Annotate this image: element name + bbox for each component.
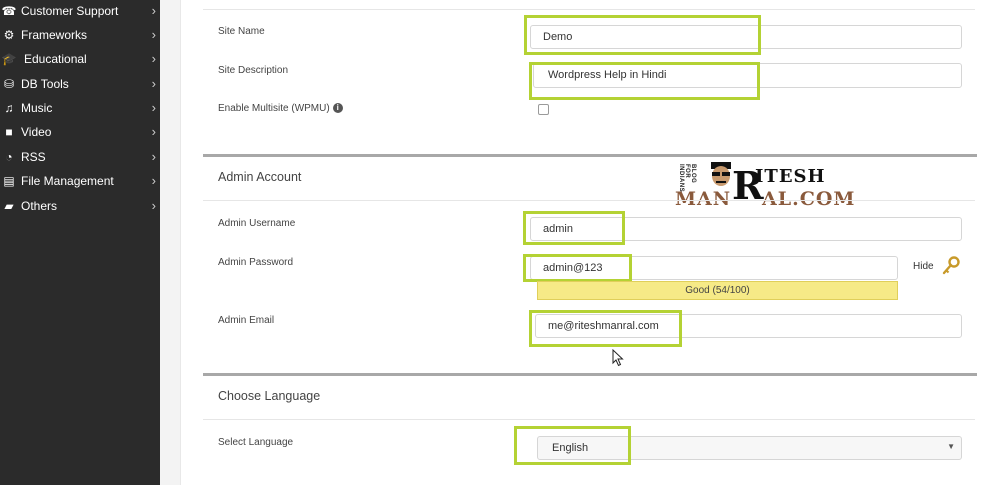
info-icon[interactable]: i [332, 103, 343, 114]
sidebar-item-label: Music [21, 101, 53, 115]
rss-icon: ◔ [5, 150, 13, 164]
graduation-cap-icon: 🎓 [1, 52, 17, 66]
language-selected-value: English [552, 442, 589, 454]
admin-username-input[interactable]: admin [530, 217, 962, 241]
sidebar-item-label: Educational [24, 52, 87, 66]
chevron-right-icon: › [151, 198, 156, 213]
multisite-checkbox[interactable] [538, 104, 549, 115]
logo-tagline: BLOG FOR INDIANS [678, 164, 696, 193]
admin-account-title: Admin Account [218, 170, 302, 184]
headset-icon: ☎ [1, 4, 17, 18]
sidebar: ☎ Customer Support › ⚙ Frameworks › 🎓 Ed… [0, 0, 160, 485]
chevron-right-icon: › [151, 3, 156, 18]
divider [203, 200, 975, 201]
password-strength-meter: Good (54/100) [537, 281, 898, 300]
riteshmanral-logo: BLOG FOR INDIANS R ITESH MAN AL.COM [668, 160, 868, 212]
sidebar-gutter [160, 0, 181, 485]
sidebar-item-file-management[interactable]: ▤ File Management › [0, 169, 160, 193]
chevron-down-icon: ▼ [947, 442, 955, 451]
sidebar-item-label: Video [21, 125, 52, 139]
logo-bottom-left: MAN [675, 188, 732, 210]
folder-open-icon: ▰ [4, 199, 14, 213]
sidebar-item-video[interactable]: ■ Video › [0, 120, 160, 144]
sidebar-item-educational[interactable]: 🎓 Educational › [0, 47, 160, 71]
site-name-input[interactable]: Demo [530, 25, 962, 49]
music-icon: ♫ [4, 101, 14, 115]
select-language-label: Select Language [218, 437, 294, 448]
database-icon: ⛁ [3, 77, 15, 91]
chevron-right-icon: › [151, 149, 156, 164]
site-name-label: Site Name [218, 26, 265, 37]
section-separator [203, 373, 977, 376]
section-separator [203, 154, 977, 157]
chevron-right-icon: › [151, 173, 156, 188]
logo-bottom-right: AL.COM [762, 188, 856, 210]
logo-top-text: ITESH [755, 166, 826, 187]
sidebar-item-label: Frameworks [21, 28, 88, 42]
file-icon: ▤ [3, 174, 15, 188]
hide-password-link[interactable]: Hide [913, 261, 934, 272]
face-icon [711, 162, 731, 186]
chevron-right-icon: › [151, 27, 156, 42]
sidebar-item-label: Others [21, 199, 58, 213]
key-icon[interactable] [941, 256, 961, 276]
sidebar-item-label: File Management [21, 174, 114, 188]
admin-password-input[interactable]: admin@123 [530, 256, 898, 280]
site-description-value: Wordpress Help in Hindi [548, 69, 667, 81]
sidebar-item-frameworks[interactable]: ⚙ Frameworks › [0, 23, 160, 47]
multisite-label: Enable Multisite (WPMU) i [218, 103, 343, 114]
divider [203, 419, 975, 420]
sidebar-item-customer-support[interactable]: ☎ Customer Support › [0, 0, 160, 23]
mouse-cursor-icon [612, 349, 624, 367]
video-camera-icon: ■ [5, 125, 13, 139]
multisite-label-text: Enable Multisite (WPMU) [218, 103, 330, 114]
sidebar-item-label: DB Tools [21, 77, 69, 91]
site-description-input[interactable]: Wordpress Help in Hindi [533, 63, 962, 88]
admin-email-label: Admin Email [218, 315, 275, 326]
admin-password-label: Admin Password [218, 257, 294, 268]
admin-password-value: admin@123 [543, 262, 603, 274]
sidebar-item-db-tools[interactable]: ⛁ DB Tools › [0, 72, 160, 96]
chevron-right-icon: › [151, 76, 156, 91]
chevron-right-icon: › [151, 100, 156, 115]
cogs-icon: ⚙ [3, 28, 15, 42]
choose-language-title: Choose Language [218, 389, 321, 403]
language-select[interactable]: English ▼ [537, 436, 962, 460]
admin-username-value: admin [543, 223, 573, 235]
password-strength-text: Good (54/100) [685, 285, 750, 296]
divider [203, 9, 975, 10]
chevron-right-icon: › [151, 124, 156, 139]
site-name-value: Demo [543, 31, 573, 43]
admin-username-label: Admin Username [218, 218, 296, 229]
chevron-right-icon: › [151, 51, 156, 66]
site-description-label: Site Description [218, 65, 289, 76]
admin-email-input[interactable]: me@riteshmanral.com [535, 314, 962, 338]
sidebar-item-music[interactable]: ♫ Music › [0, 96, 160, 120]
sidebar-item-others[interactable]: ▰ Others › [0, 194, 160, 218]
sidebar-item-label: RSS [21, 150, 46, 164]
sidebar-item-rss[interactable]: ◔ RSS › [0, 145, 160, 169]
sidebar-item-label: Customer Support [21, 4, 119, 18]
admin-email-value: me@riteshmanral.com [548, 320, 659, 332]
